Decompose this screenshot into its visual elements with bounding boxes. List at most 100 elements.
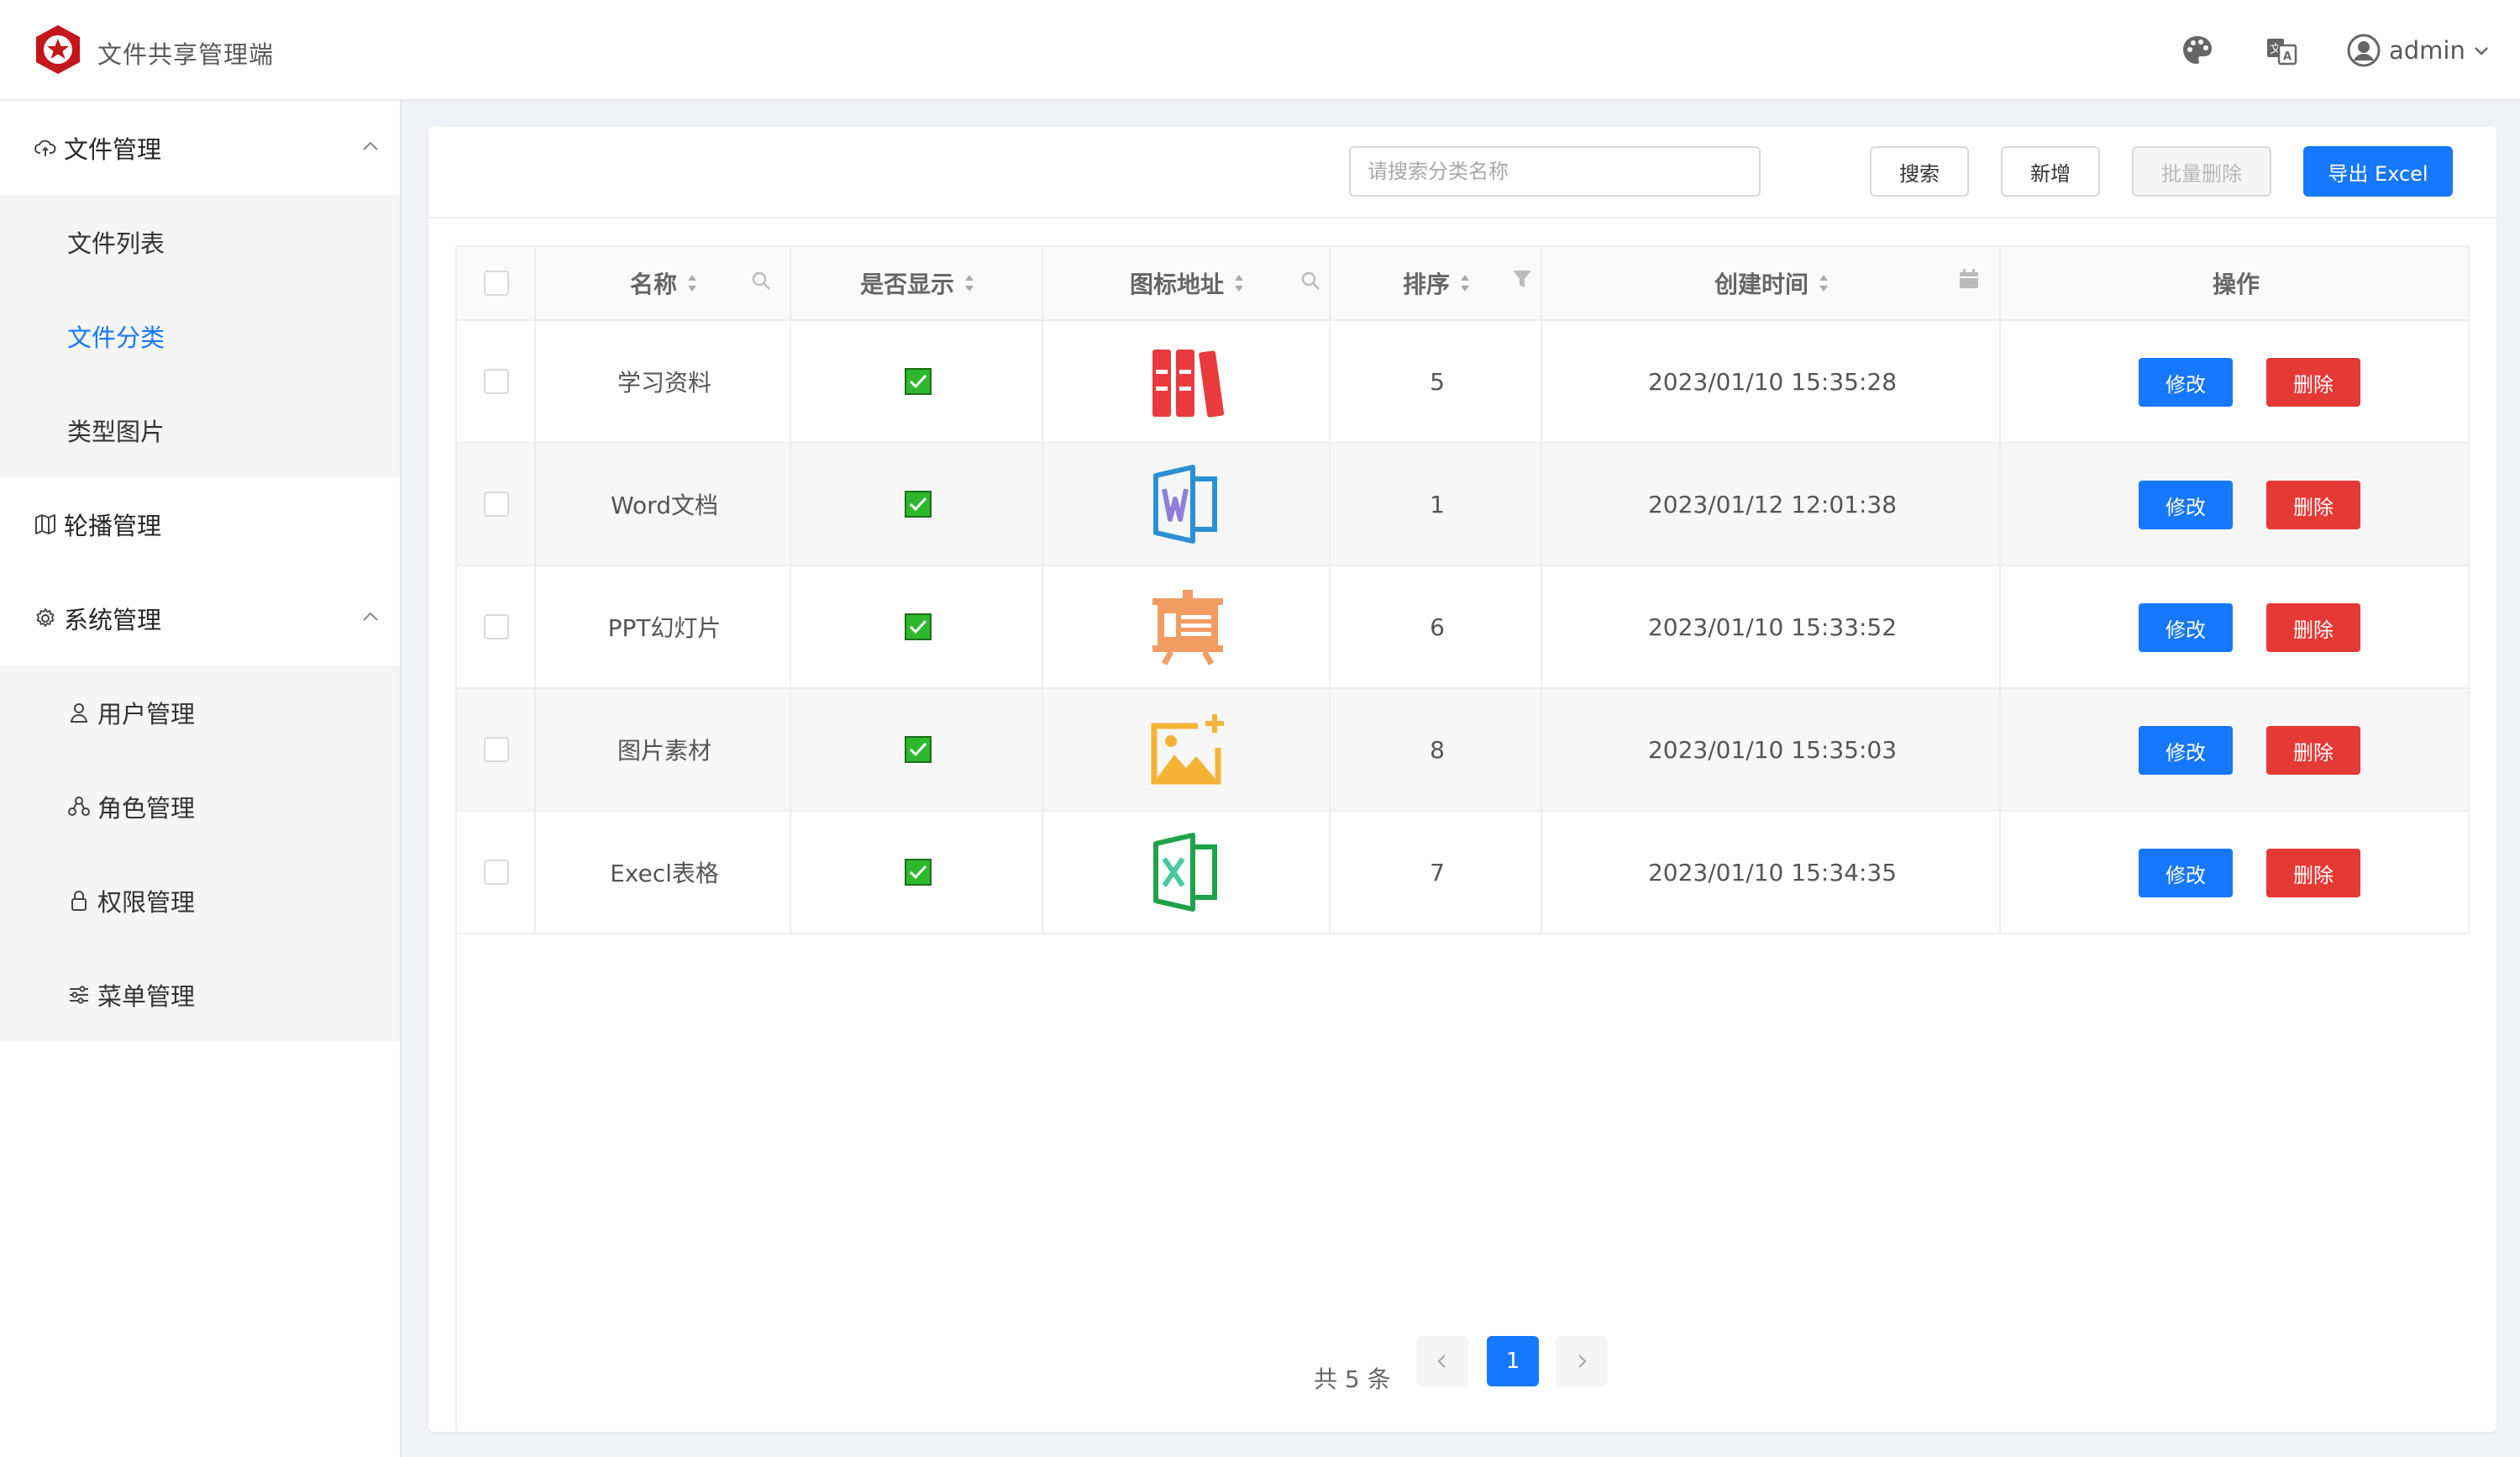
- delete-button[interactable]: 删除: [2266, 603, 2360, 652]
- sidebar-item-label: 菜单管理: [97, 982, 196, 1011]
- user-menu[interactable]: admin: [2347, 30, 2491, 71]
- books-icon: [1152, 350, 1225, 418]
- th-label: 名称: [629, 271, 677, 298]
- gear-icon: [36, 608, 55, 627]
- select-all-checkbox[interactable]: [484, 271, 509, 296]
- edit-button[interactable]: 修改: [2139, 603, 2233, 652]
- sidebar-item-label: 类型图片: [67, 418, 165, 446]
- th-label: 排序: [1402, 271, 1450, 298]
- sidebar-item-label: 用户管理: [97, 700, 196, 728]
- cell-created-time: 2023/01/12 12:01:38: [1647, 490, 1898, 518]
- column-divider: [1999, 245, 2001, 934]
- prev-page-button[interactable]: [1416, 1336, 1468, 1386]
- edit-button[interactable]: 修改: [2139, 849, 2233, 897]
- checked-checkbox-icon: [905, 368, 932, 395]
- edit-button[interactable]: 修改: [2139, 726, 2233, 775]
- sidebar-item-type-images[interactable]: 类型图片: [0, 383, 400, 477]
- sort-icon[interactable]: [1458, 271, 1472, 295]
- row-checkbox[interactable]: [484, 860, 509, 885]
- sort-icon[interactable]: [1817, 271, 1830, 295]
- content-card: 搜索 新增 批量删除 导出 Excel 名称 是否显示 图标地址: [428, 126, 2496, 1432]
- image-icon: [1151, 714, 1224, 785]
- row-checkbox[interactable]: [484, 737, 509, 762]
- filter-icon[interactable]: [1510, 267, 1534, 291]
- search-input[interactable]: [1349, 146, 1761, 197]
- th-icon-url[interactable]: 图标地址: [1045, 247, 1331, 319]
- th-label: 创建时间: [1714, 271, 1809, 298]
- app-title: 文件共享管理端: [97, 40, 275, 69]
- chevron-right-icon: [1578, 1354, 1587, 1368]
- column-divider: [1541, 245, 1542, 934]
- translate-icon[interactable]: 文 A: [2265, 34, 2298, 67]
- cell-order: 1: [1430, 490, 1445, 518]
- table-row: 学习资料 5 2023/01/10 15:35:28 修改 删除: [455, 321, 2470, 444]
- cell-shown: [793, 812, 1043, 933]
- column-divider: [534, 245, 536, 934]
- cell-icon: [1045, 689, 1331, 810]
- th-actions: 操作: [2003, 247, 2470, 319]
- presentation-icon: [1152, 590, 1223, 665]
- chevron-left-icon: [1437, 1354, 1446, 1368]
- checked-checkbox-icon: [905, 613, 932, 640]
- next-page-button[interactable]: [1556, 1336, 1608, 1386]
- cell-created-time: 2023/01/10 15:35:28: [1647, 367, 1898, 396]
- palette-icon[interactable]: [2181, 34, 2214, 67]
- row-checkbox[interactable]: [484, 492, 509, 517]
- chevron-down-icon: [2475, 47, 2488, 55]
- username: admin: [2389, 36, 2465, 65]
- sidebar-group-file-management[interactable]: 文件管理: [0, 101, 400, 195]
- sidebar-item-permission-management[interactable]: 权限管理: [0, 854, 400, 948]
- sort-icon[interactable]: [685, 271, 699, 295]
- table-row: PPT幻灯片 6 2023/01/10 15:33:52 修改 删除: [455, 566, 2470, 689]
- sidebar-item-menu-management[interactable]: 菜单管理: [0, 948, 400, 1042]
- delete-button[interactable]: 删除: [2266, 358, 2360, 407]
- calendar-icon[interactable]: [1957, 267, 1981, 291]
- sidebar-item-carousel-management[interactable]: 轮播管理: [0, 477, 400, 571]
- sort-icon[interactable]: [1232, 271, 1246, 295]
- sidebar-item-file-category[interactable]: 文件分类: [0, 289, 400, 383]
- edit-button[interactable]: 修改: [2139, 358, 2233, 407]
- delete-button[interactable]: 删除: [2266, 726, 2360, 775]
- sidebar-group-label: 文件管理: [64, 135, 162, 164]
- search-icon[interactable]: [1299, 269, 1322, 292]
- map-icon: [35, 514, 55, 534]
- batch-delete-button[interactable]: 批量删除: [2132, 146, 2271, 197]
- search-button[interactable]: 搜索: [1870, 146, 1969, 197]
- top-header: 文件共享管理端 文 A admin: [0, 0, 2520, 101]
- sidebar-item-user-management[interactable]: 用户管理: [0, 665, 400, 760]
- word-icon: [1153, 465, 1217, 544]
- th-created-time[interactable]: 创建时间: [1544, 247, 2001, 319]
- sidebar-item-label: 文件分类: [67, 323, 165, 352]
- add-button[interactable]: 新增: [2001, 146, 2100, 197]
- sidebar-item-label: 轮播管理: [64, 512, 162, 540]
- row-checkbox[interactable]: [484, 369, 509, 394]
- cell-icon: [1045, 321, 1331, 442]
- table-body-edge: [455, 934, 457, 1430]
- sort-icon[interactable]: [963, 271, 976, 295]
- cell-created-time: 2023/01/10 15:34:35: [1647, 858, 1898, 886]
- column-divider: [1042, 245, 1043, 934]
- row-checkbox[interactable]: [484, 614, 509, 639]
- cell-shown: [793, 321, 1043, 442]
- th-shown[interactable]: 是否显示: [793, 247, 1043, 319]
- export-excel-button[interactable]: 导出 Excel: [2303, 146, 2453, 197]
- search-icon[interactable]: [749, 269, 773, 292]
- sidebar-group-label: 系统管理: [64, 606, 162, 634]
- svg-text:A: A: [2283, 50, 2292, 63]
- sidebar-item-label: 权限管理: [97, 888, 196, 917]
- sidebar-group-system-management[interactable]: 系统管理: [0, 571, 400, 665]
- edit-button[interactable]: 修改: [2139, 481, 2233, 529]
- lock-icon: [71, 891, 87, 911]
- excel-icon: [1153, 833, 1217, 912]
- cell-icon: [1045, 566, 1331, 687]
- cell-shown: [793, 689, 1043, 810]
- delete-button[interactable]: 删除: [2266, 849, 2360, 897]
- table-row: Word文档 1 2023/01/12 12:01:38 修改 删除: [455, 444, 2470, 566]
- page-button-current[interactable]: 1: [1487, 1336, 1539, 1386]
- sidebar-item-role-management[interactable]: 角色管理: [0, 760, 400, 854]
- sidebar-item-file-list[interactable]: 文件列表: [0, 195, 400, 289]
- delete-button[interactable]: 删除: [2266, 481, 2360, 529]
- cell-name: 学习资料: [617, 369, 711, 397]
- sidebar-item-label: 角色管理: [97, 794, 196, 823]
- role-icon: [68, 797, 90, 816]
